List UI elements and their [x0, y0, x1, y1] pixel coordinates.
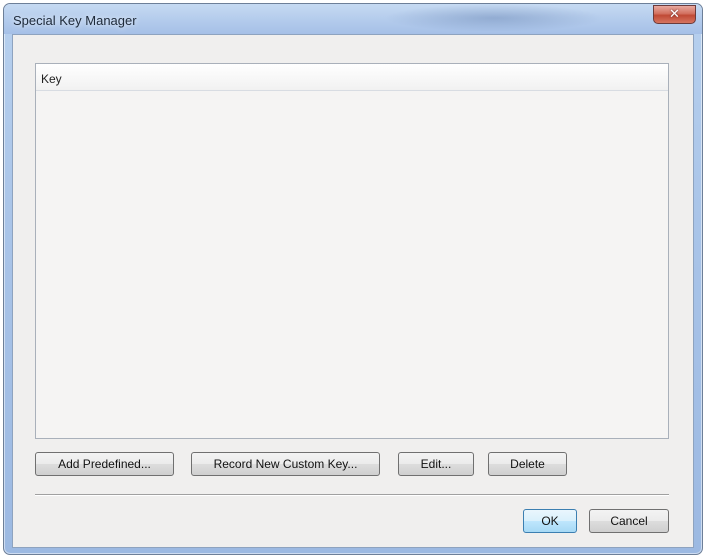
- dialog-client-area: Key Add Predefined... Record New Custom …: [12, 34, 694, 548]
- list-header: Key: [36, 64, 668, 91]
- close-button[interactable]: ✕: [653, 5, 696, 24]
- title-bar[interactable]: Special Key Manager ✕: [4, 4, 702, 34]
- column-header-key[interactable]: Key: [41, 72, 62, 86]
- list-body[interactable]: [36, 91, 668, 438]
- cancel-button[interactable]: Cancel: [589, 509, 669, 533]
- title-bar-glow: [384, 4, 604, 32]
- delete-button[interactable]: Delete: [488, 452, 567, 476]
- key-list[interactable]: Key: [35, 63, 669, 439]
- window-title: Special Key Manager: [13, 13, 137, 28]
- add-predefined-button[interactable]: Add Predefined...: [35, 452, 174, 476]
- record-new-custom-key-button[interactable]: Record New Custom Key...: [191, 452, 380, 476]
- ok-button[interactable]: OK: [523, 509, 577, 533]
- close-icon: ✕: [669, 7, 680, 22]
- edit-button[interactable]: Edit...: [398, 452, 474, 476]
- separator-line: [35, 494, 669, 496]
- dialog-window: Special Key Manager ✕ Key Add Predefined…: [3, 3, 703, 555]
